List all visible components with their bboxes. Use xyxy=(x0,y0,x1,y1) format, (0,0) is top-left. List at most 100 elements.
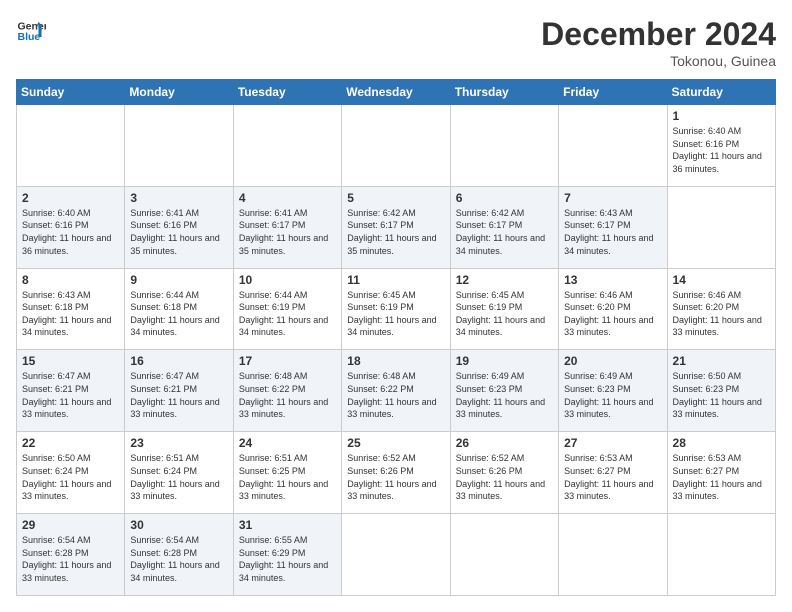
day-info: Sunrise: 6:54 AMSunset: 6:28 PMDaylight:… xyxy=(22,534,119,584)
header: General Blue December 2024 Tokonou, Guin… xyxy=(16,16,776,69)
day-number: 16 xyxy=(130,354,227,368)
day-number: 23 xyxy=(130,436,227,450)
day-number: 18 xyxy=(347,354,444,368)
calendar-cell xyxy=(233,105,341,187)
day-number: 17 xyxy=(239,354,336,368)
calendar-cell xyxy=(342,514,450,596)
calendar-cell: 19 Sunrise: 6:49 AMSunset: 6:23 PMDayligh… xyxy=(450,350,558,432)
day-info: Sunrise: 6:46 AMSunset: 6:20 PMDaylight:… xyxy=(673,289,770,339)
calendar-cell xyxy=(342,105,450,187)
calendar-week-row: 15 Sunrise: 6:47 AMSunset: 6:21 PMDayligh… xyxy=(17,350,776,432)
day-info: Sunrise: 6:42 AMSunset: 6:17 PMDaylight:… xyxy=(347,207,444,257)
day-info: Sunrise: 6:46 AMSunset: 6:20 PMDaylight:… xyxy=(564,289,661,339)
col-monday: Monday xyxy=(125,80,233,105)
calendar-cell: 30 Sunrise: 6:54 AMSunset: 6:28 PMDayligh… xyxy=(125,514,233,596)
day-number: 22 xyxy=(22,436,119,450)
calendar-cell: 17 Sunrise: 6:48 AMSunset: 6:22 PMDayligh… xyxy=(233,350,341,432)
calendar-cell: 11 Sunrise: 6:45 AMSunset: 6:19 PMDayligh… xyxy=(342,268,450,350)
day-info: Sunrise: 6:41 AMSunset: 6:17 PMDaylight:… xyxy=(239,207,336,257)
col-saturday: Saturday xyxy=(667,80,775,105)
day-number: 9 xyxy=(130,273,227,287)
day-number: 21 xyxy=(673,354,770,368)
col-friday: Friday xyxy=(559,80,667,105)
calendar-table: Sunday Monday Tuesday Wednesday Thursday… xyxy=(16,79,776,596)
calendar-cell: 31 Sunrise: 6:55 AMSunset: 6:29 PMDayligh… xyxy=(233,514,341,596)
calendar-cell: 26Sunrise: 6:52 AMSunset: 6:26 PMDayligh… xyxy=(450,432,558,514)
day-number: 24 xyxy=(239,436,336,450)
day-number: 4 xyxy=(239,191,336,205)
col-thursday: Thursday xyxy=(450,80,558,105)
day-info: Sunrise: 6:52 AMSunset: 6:26 PMDaylight:… xyxy=(456,452,553,502)
day-info: Sunrise: 6:51 AMSunset: 6:25 PMDaylight:… xyxy=(239,452,336,502)
calendar-week-row: 2Sunrise: 6:40 AMSunset: 6:16 PMDaylight… xyxy=(17,186,776,268)
day-info: Sunrise: 6:52 AMSunset: 6:26 PMDaylight:… xyxy=(347,452,444,502)
calendar-cell: 2Sunrise: 6:40 AMSunset: 6:16 PMDaylight… xyxy=(17,186,125,268)
page: General Blue December 2024 Tokonou, Guin… xyxy=(0,0,792,612)
day-number: 29 xyxy=(22,518,119,532)
day-number: 31 xyxy=(239,518,336,532)
day-number: 30 xyxy=(130,518,227,532)
calendar-week-row: 29 Sunrise: 6:54 AMSunset: 6:28 PMDayligh… xyxy=(17,514,776,596)
day-info: Sunrise: 6:42 AMSunset: 6:17 PMDaylight:… xyxy=(456,207,553,257)
col-tuesday: Tuesday xyxy=(233,80,341,105)
day-info: Sunrise: 6:48 AMSunset: 6:22 PMDaylight:… xyxy=(239,370,336,420)
day-number: 15 xyxy=(22,354,119,368)
day-number: 28 xyxy=(673,436,770,450)
day-info: Sunrise: 6:43 AMSunset: 6:17 PMDaylight:… xyxy=(564,207,661,257)
title-block: December 2024 Tokonou, Guinea xyxy=(541,16,776,69)
day-info: Sunrise: 6:51 AMSunset: 6:24 PMDaylight:… xyxy=(130,452,227,502)
calendar-cell: 12Sunrise: 6:45 AMSunset: 6:19 PMDayligh… xyxy=(450,268,558,350)
calendar-cell: 9 Sunrise: 6:44 AMSunset: 6:18 PMDaylight… xyxy=(125,268,233,350)
day-number: 11 xyxy=(347,273,444,287)
calendar-cell xyxy=(125,105,233,187)
day-info: Sunrise: 6:47 AMSunset: 6:21 PMDaylight:… xyxy=(130,370,227,420)
day-number: 7 xyxy=(564,191,661,205)
day-number: 27 xyxy=(564,436,661,450)
calendar-week-row: 22Sunrise: 6:50 AMSunset: 6:24 PMDayligh… xyxy=(17,432,776,514)
logo: General Blue xyxy=(16,16,46,46)
day-info: Sunrise: 6:49 AMSunset: 6:23 PMDaylight:… xyxy=(456,370,553,420)
day-info: Sunrise: 6:44 AMSunset: 6:18 PMDaylight:… xyxy=(130,289,227,339)
calendar-cell: 14 Sunrise: 6:46 AMSunset: 6:20 PMDayligh… xyxy=(667,268,775,350)
calendar-cell: 25Sunrise: 6:52 AMSunset: 6:26 PMDayligh… xyxy=(342,432,450,514)
calendar-cell: 29 Sunrise: 6:54 AMSunset: 6:28 PMDayligh… xyxy=(17,514,125,596)
month-title: December 2024 xyxy=(541,16,776,53)
calendar-cell xyxy=(667,514,775,596)
day-number: 5 xyxy=(347,191,444,205)
calendar-cell: 20 Sunrise: 6:49 AMSunset: 6:23 PMDayligh… xyxy=(559,350,667,432)
day-info: Sunrise: 6:49 AMSunset: 6:23 PMDaylight:… xyxy=(564,370,661,420)
col-wednesday: Wednesday xyxy=(342,80,450,105)
calendar-cell: 10Sunrise: 6:44 AMSunset: 6:19 PMDayligh… xyxy=(233,268,341,350)
day-number: 6 xyxy=(456,191,553,205)
day-info: Sunrise: 6:40 AMSunset: 6:16 PMDaylight:… xyxy=(22,207,119,257)
calendar-week-row: 8Sunrise: 6:43 AMSunset: 6:18 PMDaylight… xyxy=(17,268,776,350)
day-info: Sunrise: 6:45 AMSunset: 6:19 PMDaylight:… xyxy=(347,289,444,339)
day-info: Sunrise: 6:55 AMSunset: 6:29 PMDaylight:… xyxy=(239,534,336,584)
day-number: 20 xyxy=(564,354,661,368)
day-info: Sunrise: 6:50 AMSunset: 6:23 PMDaylight:… xyxy=(673,370,770,420)
location: Tokonou, Guinea xyxy=(541,53,776,69)
calendar-cell: 5 Sunrise: 6:42 AMSunset: 6:17 PMDaylight… xyxy=(342,186,450,268)
day-number: 1 xyxy=(673,109,770,123)
calendar-cell: 7 Sunrise: 6:43 AMSunset: 6:17 PMDaylight… xyxy=(559,186,667,268)
calendar-cell xyxy=(450,105,558,187)
day-info: Sunrise: 6:54 AMSunset: 6:28 PMDaylight:… xyxy=(130,534,227,584)
day-number: 19 xyxy=(456,354,553,368)
calendar-cell: 3Sunrise: 6:41 AMSunset: 6:16 PMDaylight… xyxy=(125,186,233,268)
calendar-cell: 4 Sunrise: 6:41 AMSunset: 6:17 PMDaylight… xyxy=(233,186,341,268)
calendar-cell: 13Sunrise: 6:46 AMSunset: 6:20 PMDayligh… xyxy=(559,268,667,350)
calendar-cell: 15Sunrise: 6:47 AMSunset: 6:21 PMDayligh… xyxy=(17,350,125,432)
day-info: Sunrise: 6:40 AMSunset: 6:16 PMDaylight:… xyxy=(673,125,770,175)
calendar-cell: 23 Sunrise: 6:51 AMSunset: 6:24 PMDayligh… xyxy=(125,432,233,514)
day-info: Sunrise: 6:53 AMSunset: 6:27 PMDaylight:… xyxy=(564,452,661,502)
calendar-cell: 18Sunrise: 6:48 AMSunset: 6:22 PMDayligh… xyxy=(342,350,450,432)
calendar-cell: 16 Sunrise: 6:47 AMSunset: 6:21 PMDayligh… xyxy=(125,350,233,432)
day-number: 14 xyxy=(673,273,770,287)
logo-icon: General Blue xyxy=(16,16,46,46)
col-sunday: Sunday xyxy=(17,80,125,105)
calendar-cell: 24 Sunrise: 6:51 AMSunset: 6:25 PMDayligh… xyxy=(233,432,341,514)
calendar-cell xyxy=(450,514,558,596)
day-info: Sunrise: 6:43 AMSunset: 6:18 PMDaylight:… xyxy=(22,289,119,339)
day-number: 3 xyxy=(130,191,227,205)
day-info: Sunrise: 6:45 AMSunset: 6:19 PMDaylight:… xyxy=(456,289,553,339)
